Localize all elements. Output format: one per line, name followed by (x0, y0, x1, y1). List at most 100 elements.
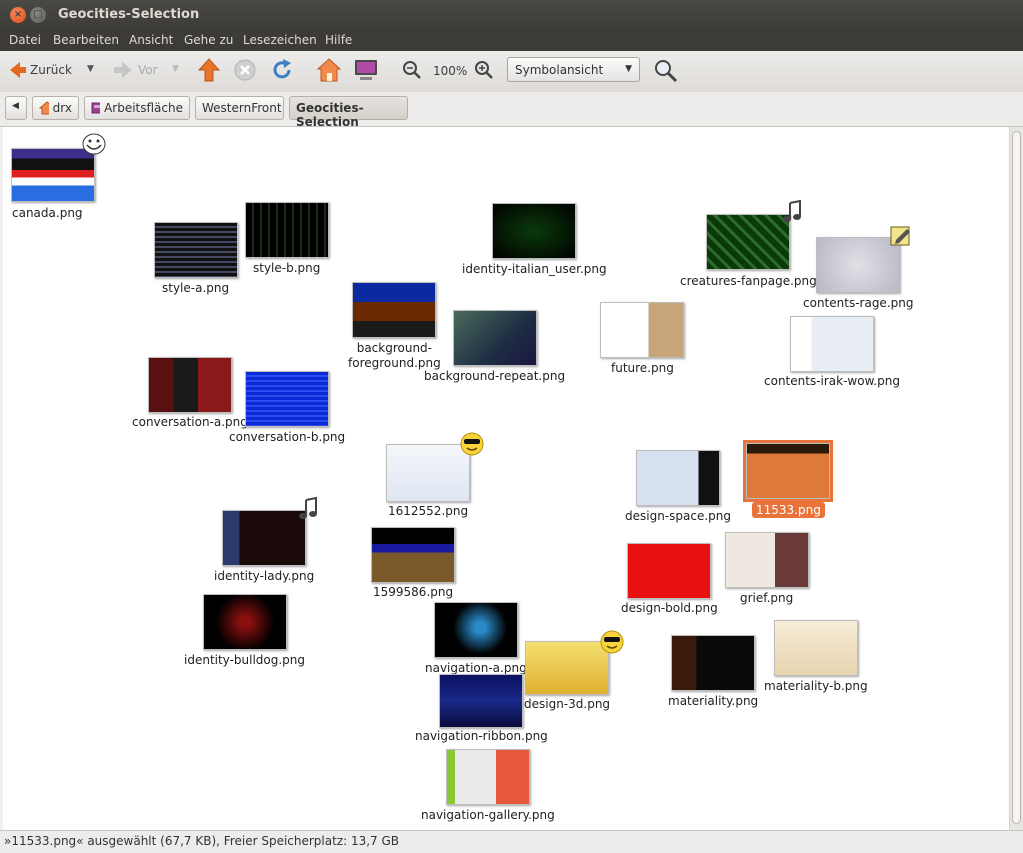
home-folder-icon (39, 101, 49, 115)
dropdown-arrow-icon: ▼ (172, 64, 179, 74)
file-thumbnail[interactable] (371, 527, 455, 583)
breadcrumb-label: Arbeitsfläche (104, 101, 183, 115)
menu-ansicht[interactable]: Ansicht (129, 33, 173, 47)
menu-datei[interactable]: Datei (9, 33, 41, 47)
up-arrow-icon[interactable] (198, 58, 220, 82)
file-name-label: 1612552.png (388, 504, 469, 518)
file-thumbnail[interactable] (203, 594, 287, 650)
status-text: »11533.png« ausgewählt (67,7 KB), Freier… (4, 834, 400, 848)
dropdown-arrow-icon: ▼ (87, 64, 94, 74)
file-thumbnail[interactable] (439, 674, 523, 728)
breadcrumb-drx[interactable]: drx (32, 96, 79, 120)
file-name-label: navigation-a.png (425, 661, 527, 675)
breadcrumb-arbeitsflaeche[interactable]: Arbeitsfläche (84, 96, 190, 120)
troll-face-icon (82, 133, 106, 160)
file-thumbnail[interactable] (706, 214, 790, 270)
file-name-label: creatures-fanpage.png (680, 274, 817, 288)
view-mode-select[interactable]: Symbolansicht ▼ (507, 57, 640, 82)
file-thumbnail[interactable] (816, 237, 900, 293)
back-label: Zurück (30, 63, 72, 77)
file-thumbnail[interactable] (627, 543, 711, 599)
path-scroll-left-button[interactable]: ◀ (5, 96, 27, 120)
forward-history-dropdown[interactable]: ▼ (172, 64, 179, 74)
file-name-label: identity-italian_user.png (462, 262, 607, 276)
file-thumbnail[interactable] (774, 620, 858, 676)
file-thumbnail[interactable] (492, 203, 576, 259)
status-bar: »11533.png« ausgewählt (67,7 KB), Freier… (0, 830, 1023, 853)
file-name-label: design-space.png (625, 509, 731, 523)
file-name-label: style-a.png (162, 281, 230, 295)
cool-face-icon (460, 432, 484, 461)
menu-bar: Datei Bearbeiten Ansicht Gehe zu Lesezei… (0, 30, 1023, 51)
menu-lesezeichen[interactable]: Lesezeichen (243, 33, 317, 47)
file-thumbnail[interactable] (671, 635, 755, 691)
file-name-label: 11533.png (752, 502, 825, 518)
file-name-label: background-repeat.png (424, 369, 566, 383)
file-name-label: design-3d.png (524, 697, 611, 711)
search-icon[interactable] (654, 59, 678, 83)
file-thumbnail[interactable] (148, 357, 232, 413)
file-thumbnail[interactable] (725, 532, 809, 588)
file-thumbnail[interactable] (453, 310, 537, 366)
file-name-label: contents-rage.png (803, 296, 914, 310)
file-name-label: identity-lady.png (214, 569, 315, 583)
file-thumbnail[interactable] (636, 450, 720, 506)
forward-arrow-icon (114, 62, 132, 78)
file-name-label: design-bold.png (621, 601, 718, 615)
breadcrumb-label: drx (52, 101, 72, 115)
breadcrumb-label: WesternFront (202, 101, 282, 115)
scrollbar-thumb[interactable] (1012, 131, 1021, 824)
menu-bearbeiten[interactable]: Bearbeiten (53, 33, 119, 47)
file-name-label: conversation-b.png (229, 430, 346, 444)
file-thumbnail[interactable] (154, 222, 238, 278)
music-note-icon (782, 199, 802, 229)
forward-label: Vor (138, 63, 158, 77)
stop-icon[interactable] (234, 59, 256, 81)
back-button[interactable]: Zurück (10, 62, 72, 78)
file-name-label: grief.png (740, 591, 794, 605)
file-name-label: 1599586.png (373, 585, 454, 599)
reload-icon[interactable] (270, 58, 294, 82)
file-thumbnail[interactable] (600, 302, 684, 358)
file-thumbnail[interactable] (743, 440, 833, 502)
breadcrumb-label: Geocities-Selection (296, 101, 364, 129)
computer-icon[interactable] (353, 58, 379, 82)
window-title: Geocities-Selection (58, 7, 200, 22)
back-history-dropdown[interactable]: ▼ (87, 64, 94, 74)
vertical-scrollbar[interactable] (1009, 127, 1023, 830)
file-name-label: navigation-ribbon.png (415, 729, 548, 743)
maximize-window-button[interactable]: □ (30, 7, 46, 23)
breadcrumb-geocities-selection[interactable]: Geocities-Selection (289, 96, 408, 129)
menu-gehe-zu[interactable]: Gehe zu (184, 33, 233, 47)
title-bar: × □ Geocities-Selection (0, 0, 1023, 30)
chevron-down-icon: ▼ (625, 64, 632, 74)
file-name-label: conversation-a.png (132, 415, 248, 429)
desktop-icon (91, 102, 101, 114)
file-thumbnail[interactable] (434, 602, 518, 658)
file-name-label: future.png (611, 361, 674, 375)
zoom-in-icon[interactable] (474, 60, 494, 80)
file-thumbnail[interactable] (352, 282, 436, 338)
file-thumbnail[interactable] (386, 444, 470, 502)
file-name-label: contents-irak-wow.png (764, 374, 900, 388)
zoom-out-icon[interactable] (402, 60, 422, 80)
file-thumbnail[interactable] (245, 371, 329, 427)
file-name-label: identity-bulldog.png (184, 653, 306, 667)
note-edit-icon (890, 224, 912, 251)
file-name-label: materiality-b.png (764, 679, 868, 693)
view-mode-value: Symbolansicht (515, 63, 604, 77)
file-name-label: canada.png (12, 206, 83, 220)
file-name-label: style-b.png (253, 261, 321, 275)
close-window-button[interactable]: × (10, 7, 26, 23)
home-icon[interactable] (316, 57, 342, 83)
forward-button[interactable]: Vor (114, 62, 158, 78)
file-thumbnail[interactable] (525, 641, 609, 695)
zoom-level: 100% (433, 64, 468, 78)
breadcrumb-westernfront[interactable]: WesternFront (195, 96, 284, 120)
file-thumbnail[interactable] (790, 316, 874, 372)
cool-face-icon (600, 630, 624, 659)
file-thumbnail[interactable] (222, 510, 306, 566)
file-thumbnail[interactable] (446, 749, 530, 805)
file-thumbnail[interactable] (245, 202, 329, 258)
menu-hilfe[interactable]: Hilfe (325, 33, 352, 47)
